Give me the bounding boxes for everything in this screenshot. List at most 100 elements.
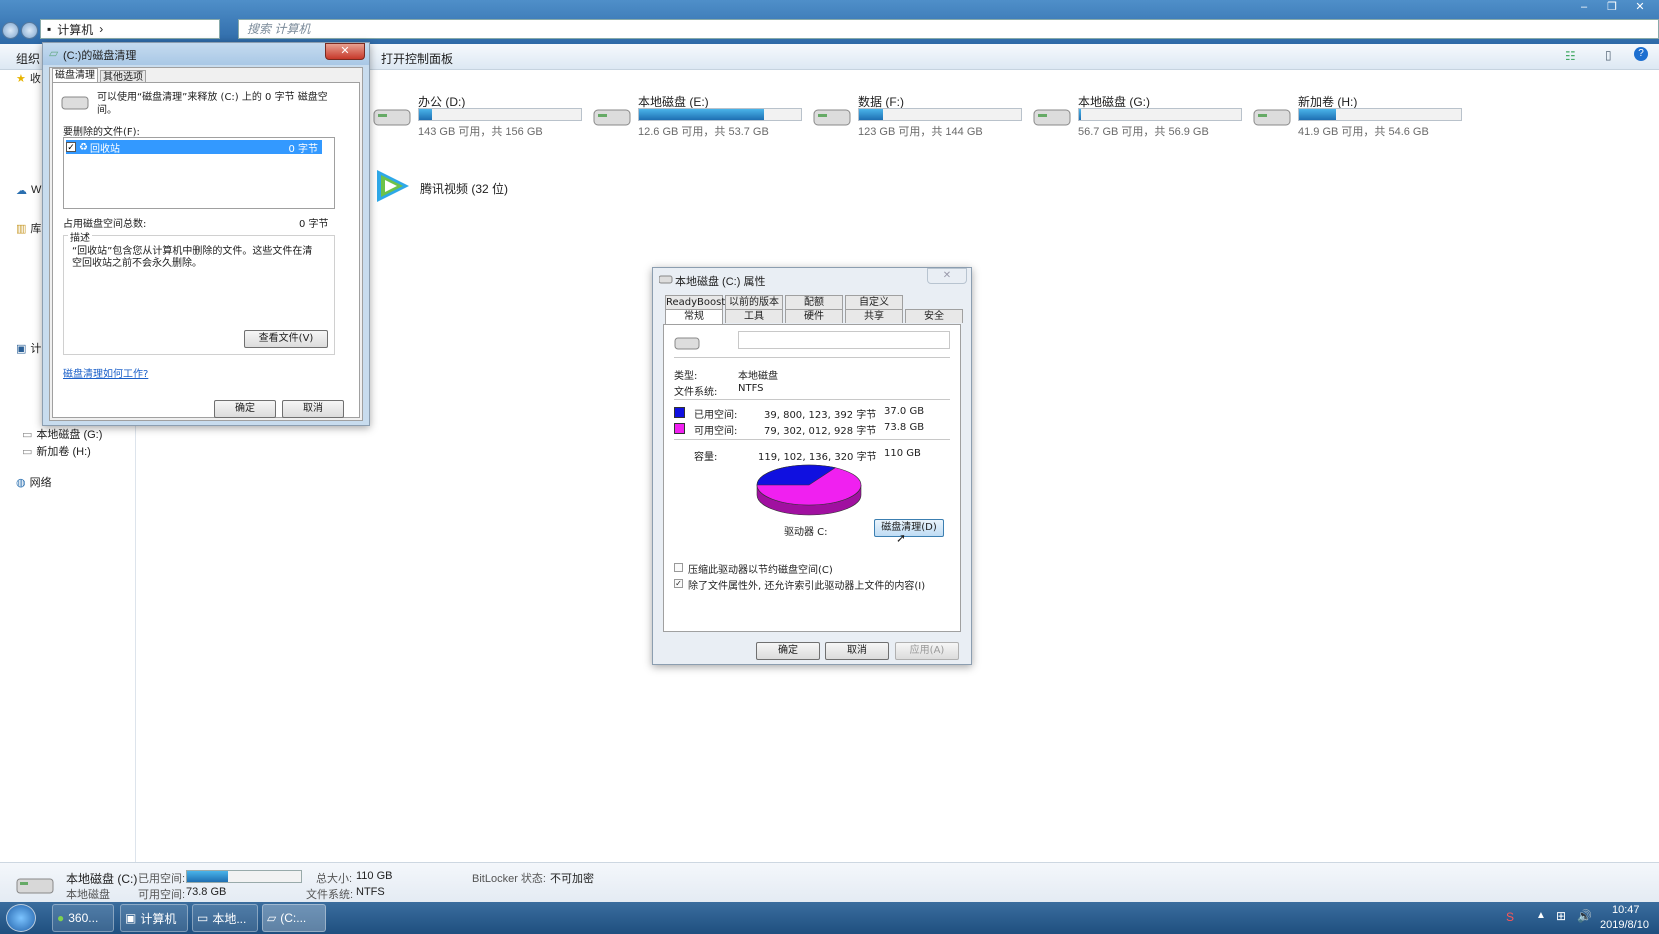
tab-bottom-3[interactable]: 共享 — [845, 309, 903, 323]
nav-drive-h[interactable]: ▭ 新加卷 (H:) — [22, 443, 91, 459]
forward-button[interactable] — [21, 21, 38, 39]
how-cleanup-works-link[interactable]: 磁盘清理如何工作? — [63, 365, 148, 380]
drive-tile[interactable]: 本地磁盘 (E:) 12.6 GB 可用，共 53.7 GB — [593, 93, 803, 149]
tab-bottom-4[interactable]: 安全 — [905, 309, 963, 323]
tab-bottom-1[interactable]: 工具 — [725, 309, 783, 323]
type-value: 本地磁盘 — [738, 371, 778, 382]
window-titlebar: – ❐ ✕ ▪ 计算机 › 搜索 计算机 — [0, 0, 1659, 44]
nav-drive-g[interactable]: ▭ 本地磁盘 (G:) — [22, 426, 102, 442]
close-button[interactable]: ✕ — [927, 268, 967, 284]
taskbar-item-computer[interactable]: ▣ 计算机 — [120, 904, 188, 932]
tab-top-3[interactable]: 自定义 — [845, 295, 903, 309]
tab-bottom-0[interactable]: 常规 — [665, 309, 723, 325]
drive-usage-bar — [638, 108, 802, 121]
ok-button[interactable]: 确定 — [756, 642, 820, 660]
help-icon[interactable]: ? — [1634, 47, 1648, 61]
restore-button[interactable]: ❐ — [1599, 0, 1625, 16]
capacity-gb: 110 GB — [884, 448, 921, 459]
window-controls: – ❐ ✕ — [1571, 0, 1653, 16]
tab-bottom-2[interactable]: 硬件 — [785, 309, 843, 323]
nav-favorites[interactable]: ★ 收 — [16, 70, 41, 86]
close-button[interactable]: ✕ — [325, 43, 365, 60]
cancel-button[interactable]: 取消 — [282, 400, 344, 418]
drive-space-info: 123 GB 可用，共 144 GB — [858, 126, 983, 138]
nav-wlan[interactable]: ☁ W — [16, 182, 41, 198]
files-label: 要删除的文件(F): — [63, 127, 140, 138]
item-size: 0 字节 — [288, 143, 318, 155]
drive-icon — [659, 275, 673, 284]
network-tray-icon[interactable]: ⊞ — [1556, 909, 1566, 923]
details-fs-value: NTFS — [356, 886, 385, 898]
tab-top-0[interactable]: ReadyBoost — [665, 295, 725, 309]
apply-button[interactable]: 应用(A) — [895, 642, 959, 660]
list-item-recycle-bin[interactable]: ✓ ♻ 回收站 0 字节 — [66, 140, 322, 155]
drive-icon — [373, 109, 411, 126]
drive-icon — [16, 878, 54, 894]
drive-space-info: 143 GB 可用，共 156 GB — [418, 126, 543, 138]
open-control-panel-button[interactable]: 打开控制面板 — [381, 50, 453, 67]
clock-date[interactable]: 2019/8/10 — [1600, 919, 1649, 931]
drive-properties-dialog: 本地磁盘 (C:) 属性 ✕ ReadyBoost 以前的版本 配额 自定义 常规 工具… — [652, 267, 972, 665]
taskbar-item-360[interactable]: ● 360... — [52, 904, 114, 932]
tab-top-2[interactable]: 配额 — [785, 295, 843, 309]
address-text: 计算机 — [57, 22, 94, 37]
cleanup-tab-panel: 可以使用“磁盘清理”来释放 (C:) 上的 0 字节 磁盘空间。 要删除的文件(… — [52, 82, 360, 418]
details-total-value: 110 GB — [356, 870, 393, 882]
nav-network[interactable]: ◍ 网络 — [16, 474, 52, 490]
drive-tile[interactable]: 新加卷 (H:) 41.9 GB 可用，共 54.6 GB — [1253, 93, 1463, 149]
tray-expand-icon[interactable]: ▲ — [1536, 910, 1546, 921]
network-icon: ◍ — [16, 476, 26, 489]
checkbox[interactable]: ✓ — [66, 142, 76, 152]
view-files-button[interactable]: 查看文件(V) — [244, 330, 328, 348]
view-options-icon[interactable]: ☷ — [1565, 49, 1576, 63]
preview-pane-icon[interactable]: ▯ — [1605, 48, 1612, 62]
address-bar[interactable]: ▪ 计算机 › — [40, 19, 220, 39]
star-icon: ★ — [16, 72, 26, 85]
search-input[interactable]: 搜索 计算机 — [238, 19, 1659, 39]
volume-icon[interactable]: 🔊 — [1577, 909, 1592, 923]
drive-icon — [813, 109, 851, 126]
cleanup-icon: ▱ — [49, 46, 59, 60]
taskbar-item-cleanup[interactable]: ▱ (C:... — [262, 904, 326, 932]
cleanup-title: (C:)的磁盘清理 — [63, 50, 137, 62]
disk-cleanup-dialog: ▱ (C:)的磁盘清理 ✕ 磁盘清理 其他选项 可以使用“磁盘清理”来释放 (C… — [42, 42, 370, 426]
mouse-cursor-icon: ➚ — [896, 531, 907, 545]
compress-label: 压缩此驱动器以节约磁盘空间(C) — [688, 565, 833, 576]
tab-top-1[interactable]: 以前的版本 — [725, 295, 783, 309]
capacity-bytes: 119, 102, 136, 320 字节 — [758, 452, 877, 463]
recycle-bin-icon: ♻ — [79, 141, 88, 153]
cancel-button[interactable]: 取消 — [825, 642, 889, 660]
total-label: 占用磁盘空间总数: — [63, 219, 147, 230]
organize-button[interactable]: 组织 — [16, 50, 40, 67]
drive-usage-fill — [1299, 109, 1337, 120]
drive-usage-bar — [858, 108, 1022, 121]
ok-button[interactable]: 确定 — [214, 400, 276, 418]
drive-label-input[interactable] — [738, 331, 950, 349]
clock-time[interactable]: 10:47 — [1612, 904, 1640, 916]
start-button[interactable] — [6, 904, 36, 932]
taskbar-item-local-disk[interactable]: ▭ 本地... — [192, 904, 258, 932]
drive-usage-fill — [639, 109, 764, 120]
used-gb: 37.0 GB — [884, 406, 925, 417]
minimize-button[interactable]: – — [1571, 0, 1597, 16]
cleanup-icon: ▱ — [267, 911, 277, 925]
back-button[interactable] — [2, 21, 19, 39]
tab-disk-cleanup[interactable]: 磁盘清理 — [52, 68, 98, 82]
nav-computer[interactable]: ▣ 计 — [16, 340, 41, 356]
drive-tile[interactable]: 数据 (F:) 123 GB 可用，共 144 GB — [813, 93, 1023, 149]
drive-tile[interactable]: 本地磁盘 (G:) 56.7 GB 可用，共 56.9 GB — [1033, 93, 1243, 149]
index-checkbox[interactable]: ✓ — [674, 579, 683, 588]
general-tab-panel: 类型: 本地磁盘 文件系统: NTFS 已用空间: 39, 800, 123, … — [663, 324, 961, 632]
input-method-icon[interactable]: S — [1506, 910, 1514, 924]
details-bitlocker-label: BitLocker 状态: — [472, 873, 546, 885]
close-button[interactable]: ✕ — [1627, 0, 1653, 16]
divider — [674, 399, 950, 400]
app-tencent-video[interactable]: 腾讯视频 (32 位) — [373, 166, 523, 206]
divider — [674, 357, 950, 358]
compress-checkbox[interactable] — [674, 563, 683, 572]
drive-tile[interactable]: 办公 (D:) 143 GB 可用，共 156 GB — [373, 93, 583, 149]
disk-cleanup-button[interactable]: 磁盘清理(D) — [874, 519, 944, 537]
drive-usage-bar — [1298, 108, 1462, 121]
cleanup-titlebar: ▱ (C:)的磁盘清理 ✕ — [43, 43, 369, 65]
nav-libraries[interactable]: ▥ 库 — [16, 220, 41, 236]
